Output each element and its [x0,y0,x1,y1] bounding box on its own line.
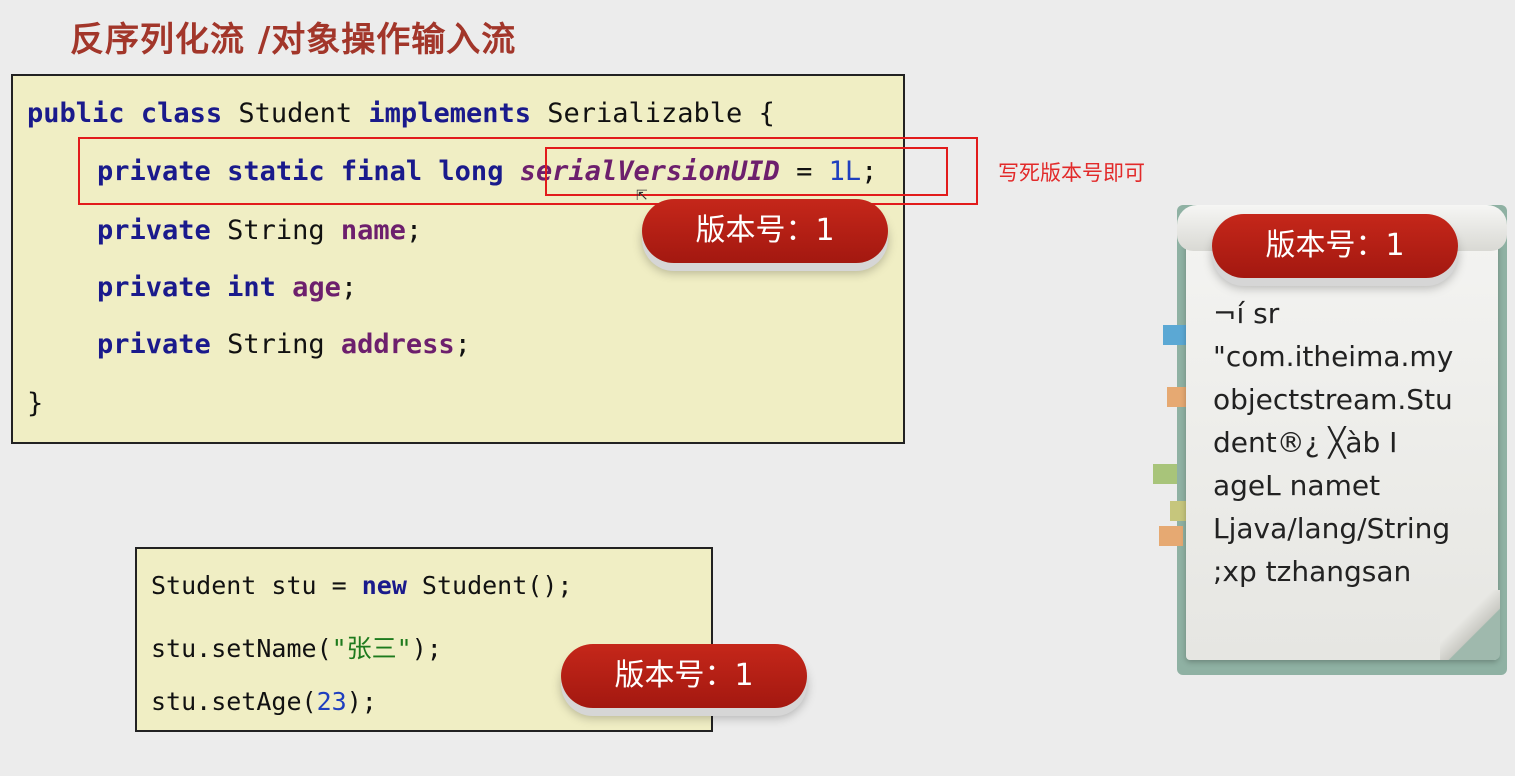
file-line: ;xp tzhangsan [1213,555,1412,588]
page-title: 反序列化流 /对象操作输入流 [70,20,517,60]
file-line: "com.itheima.my [1213,340,1454,373]
notebook-tab-icon [1153,464,1177,484]
code-line-age-field: private int age; [97,272,357,303]
field-name: name [340,215,406,246]
close-brace: } [27,388,44,419]
code-line-new-student: Student stu = new Student(); [151,571,572,600]
serial-version-uid-highlight [545,147,948,196]
serialized-file-content: ¬í sr "com.itheima.my objectstream.Stu d… [1213,292,1483,593]
type-string: String [227,329,325,360]
keyword-public: public [27,98,125,129]
code-line-address-field: private String address; [97,329,471,360]
object-version-badge: 版本号：1 [561,644,807,708]
field-age: age [292,272,341,303]
file-line: Ljava/lang/String [1213,512,1451,545]
code-text: Student(); [406,571,573,600]
page-curl [1440,590,1500,660]
interface-name: Serializable [547,98,743,129]
code-text: stu.setAge( [151,687,317,716]
file-version-badge: 版本号：1 [1212,214,1458,278]
semicolon: ; [340,272,358,303]
keyword-new: new [361,571,407,600]
code-text: ); [411,634,442,663]
hardcode-version-annotation: 写死版本号即可 [998,161,1145,185]
semicolon: ; [405,215,423,246]
mouse-cursor-icon: ⇱ [636,188,648,204]
open-brace: { [758,98,775,129]
code-line-name-field: private String name; [97,215,422,246]
number-literal: 23 [316,687,347,716]
file-line: objectstream.Stu [1213,383,1453,416]
code-line-set-name: stu.setName("张三"); [151,629,442,665]
semicolon: ; [454,329,471,360]
file-line: ¬í sr [1213,297,1280,330]
code-text: ); [346,687,377,716]
keyword-private: private [97,329,211,360]
code-line-set-age: stu.setAge(23); [151,687,377,716]
string-literal: "张三" [331,634,412,663]
keyword-class: class [140,98,223,129]
code-text: stu.setName( [151,634,332,663]
keyword-int: int [227,272,276,303]
field-address: address [340,329,455,360]
type-string: String [227,215,325,246]
keyword-implements: implements [368,98,531,129]
keyword-private: private [97,215,211,246]
class-version-badge: 版本号：1 [642,199,888,263]
code-line-class-declaration: public class Student implements Serializ… [27,98,775,129]
notebook-tab-icon [1159,526,1183,546]
file-line: dent®¿ ╳àb I [1213,426,1398,459]
file-line: ageL namet [1213,469,1381,502]
notebook-tab-icon [1163,325,1187,345]
keyword-private: private [97,272,211,303]
code-text: Student stu = [151,571,362,600]
class-name: Student [238,98,353,129]
